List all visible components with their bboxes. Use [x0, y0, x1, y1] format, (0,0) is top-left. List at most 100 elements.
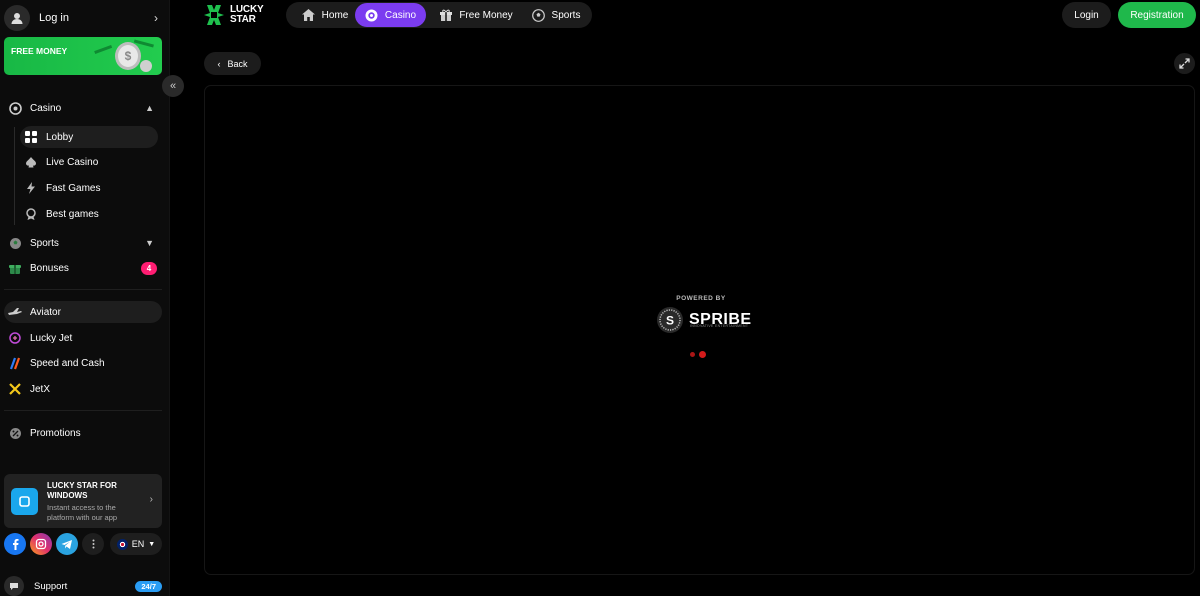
chevron-left-icon: ‹	[217, 58, 221, 69]
medal-icon	[24, 207, 38, 221]
sidebar-item-jetx[interactable]: JetX	[4, 378, 162, 400]
logo-text: LUCKY STAR	[230, 5, 264, 25]
sidebar-item-label: Live Casino	[46, 156, 99, 168]
powered-by-label: POWERED BY	[676, 295, 726, 302]
sidebar-item-lobby[interactable]: Lobby	[20, 126, 158, 148]
sidebar-item-live-casino[interactable]: Live Casino	[20, 151, 158, 173]
sidebar-item-casino[interactable]: Casino ▲	[4, 97, 162, 119]
user-avatar-icon	[4, 5, 30, 31]
sidebar: Log in › FREE MONEY $ « Casino ▲ Lobby L…	[0, 0, 184, 596]
bonuses-count-badge: 4	[141, 261, 157, 275]
soccer-ball-icon	[8, 236, 22, 250]
logo-mark-icon	[204, 5, 224, 25]
top-navigation: Home Casino Free Money Sports	[286, 2, 592, 28]
spribe-logo: S SPRIBE INNOVATIVE ENTERTAINMENT	[656, 306, 752, 334]
chevron-up-icon: ▲	[145, 103, 154, 113]
svg-text:$: $	[125, 49, 132, 63]
percent-badge-icon	[8, 426, 22, 440]
loading-dot	[699, 351, 706, 358]
sidebar-item-label: Best games	[46, 208, 99, 220]
gift-icon	[439, 8, 453, 22]
submenu-guide-line	[14, 127, 15, 225]
spade-icon	[24, 155, 38, 169]
sidebar-item-aviator[interactable]: Aviator	[4, 301, 162, 323]
collapse-sidebar-button[interactable]: «	[162, 75, 184, 97]
tab-home[interactable]: Home	[294, 3, 356, 27]
chevron-down-icon: ▼	[145, 238, 154, 248]
chat-bubble-icon	[4, 576, 24, 596]
sidebar-item-label: Speed and Cash	[30, 357, 105, 369]
home-icon	[302, 8, 316, 22]
logo-text-line-2: STAR	[230, 14, 256, 25]
support-button[interactable]: Support 24/7	[4, 576, 162, 596]
facebook-icon[interactable]	[4, 533, 26, 555]
svg-text:S: S	[666, 314, 674, 328]
sidebar-item-promotions[interactable]: Promotions	[4, 422, 162, 444]
airplane-icon	[8, 305, 22, 319]
sidebar-item-speed-and-cash[interactable]: Speed and Cash	[4, 352, 162, 374]
provider-tagline: INNOVATIVE ENTERTAINMENT	[690, 324, 749, 328]
login-button[interactable]: Login	[1062, 2, 1111, 28]
uk-flag-icon	[116, 538, 128, 550]
chevron-right-icon: ›	[154, 11, 158, 25]
support-hours-badge: 24/7	[135, 580, 162, 592]
gift-icon	[8, 261, 22, 275]
sidebar-item-fast-games[interactable]: Fast Games	[20, 177, 158, 199]
windows-app-card[interactable]: LUCKY STAR FOR WINDOWS Instant access to…	[4, 474, 162, 528]
sidebar-item-best-games[interactable]: Best games	[20, 203, 158, 225]
sidebar-item-label: Bonuses	[30, 262, 69, 274]
spribe-mark-icon: S	[657, 307, 683, 333]
coin-art-icon: $	[94, 39, 154, 72]
sidebar-item-label: Promotions	[30, 427, 81, 439]
sidebar-item-lucky-jet[interactable]: Lucky Jet	[4, 327, 162, 349]
tab-casino[interactable]: Casino	[355, 3, 426, 27]
free-money-banner[interactable]: FREE MONEY $	[4, 37, 162, 75]
lightning-icon	[24, 181, 38, 195]
sidebar-item-sports[interactable]: Sports ▼	[4, 232, 162, 254]
sidebar-item-label: Lobby	[46, 131, 74, 143]
chevron-down-icon: ▼	[148, 540, 156, 548]
sidebar-item-label: JetX	[30, 383, 51, 395]
back-button[interactable]: ‹ Back	[204, 52, 261, 75]
tab-label: Sports	[551, 9, 581, 21]
language-code: EN	[131, 539, 145, 549]
lucky-star-logo[interactable]: LUCKY STAR	[203, 4, 264, 26]
windows-app-icon	[11, 488, 38, 515]
registration-button[interactable]: Registration	[1118, 2, 1196, 28]
sidebar-login[interactable]: Log in ›	[4, 4, 164, 32]
app-card-subtitle: Instant access to the platform with our …	[47, 503, 118, 522]
support-label: Support	[34, 580, 68, 592]
grid-icon	[24, 130, 38, 144]
luckyjet-icon	[8, 331, 22, 345]
loading-dot	[690, 352, 695, 357]
fullscreen-button[interactable]	[1174, 53, 1195, 74]
soccer-ball-icon	[532, 8, 546, 22]
sidebar-item-label: Sports	[30, 237, 59, 249]
sidebar-item-label: Fast Games	[46, 182, 101, 194]
more-options-icon[interactable]	[82, 533, 104, 555]
casino-chip-icon	[365, 8, 379, 22]
tab-free-money[interactable]: Free Money	[434, 3, 518, 27]
app-card-title: LUCKY STAR FOR WINDOWS	[47, 481, 117, 500]
sidebar-item-label: Aviator	[30, 306, 61, 318]
telegram-icon[interactable]	[56, 533, 78, 555]
tab-label: Casino	[384, 9, 417, 21]
tab-label: Free Money	[459, 9, 513, 21]
sidebar-divider	[4, 410, 162, 411]
login-label: Log in	[39, 12, 69, 24]
jetx-icon	[8, 382, 22, 396]
expand-icon	[1179, 58, 1190, 69]
promo-banner-text: FREE MONEY	[11, 46, 68, 56]
language-selector[interactable]: EN ▼	[110, 533, 162, 555]
sidebar-divider	[4, 289, 162, 290]
tab-label: Home	[321, 9, 349, 21]
back-label: Back	[227, 58, 248, 69]
casino-chip-icon	[8, 101, 22, 115]
sidebar-item-label: Casino	[30, 102, 62, 114]
sidebar-item-label: Lucky Jet	[30, 332, 73, 344]
tab-sports[interactable]: Sports	[526, 3, 586, 27]
speed-cash-icon	[8, 356, 22, 370]
sidebar-item-bonuses[interactable]: Bonuses 4	[4, 257, 162, 279]
instagram-icon[interactable]	[30, 533, 52, 555]
chevron-right-icon: ›	[149, 494, 153, 505]
